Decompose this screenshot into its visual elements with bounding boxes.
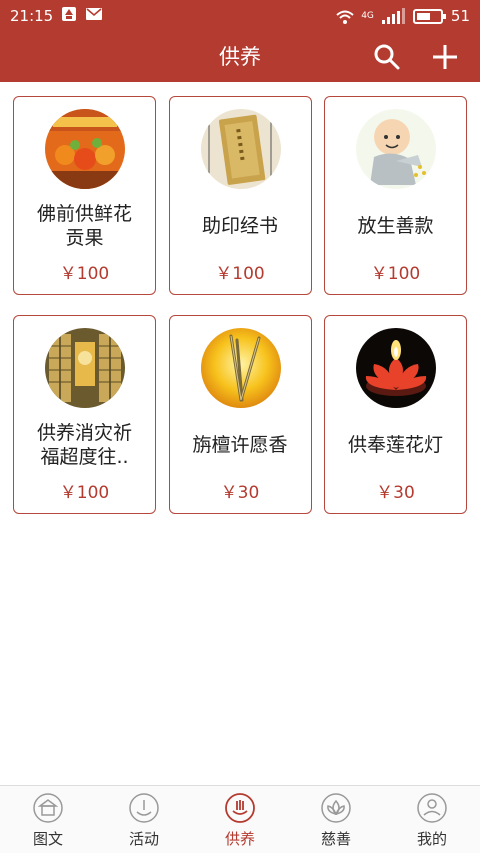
offering-name: 供养消灾祈 福超度往.. (36, 422, 132, 468)
signal-icon (381, 8, 405, 24)
tab-label: 慈善 (320, 830, 351, 848)
offering-price: ￥100 (370, 264, 421, 284)
status-bar: 21:15 4G 51 (0, 0, 480, 32)
network-type-label: 4G (361, 11, 374, 21)
tab-offering[interactable]: 供养 (192, 786, 288, 853)
tab-me[interactable]: 我的 (384, 786, 480, 853)
offering-card[interactable]: 助印经书 ￥100 (168, 96, 312, 295)
tab-label: 活动 (128, 830, 159, 848)
mail-notification-icon (85, 6, 103, 26)
offering-name: 旃檀许愿香 (192, 434, 288, 456)
offering-price: ￥100 (59, 483, 110, 503)
tab-label: 供养 (224, 830, 255, 848)
offering-grid: 佛前供鲜花 贡果 ￥100 助印经书 ￥100 放生善款 ￥100 供养消灾祈 … (13, 96, 467, 514)
search-icon (374, 44, 400, 70)
tab-charity[interactable]: 慈善 (288, 786, 384, 853)
battery-icon (412, 8, 446, 24)
offering-price: ￥30 (220, 483, 260, 503)
tab-label: 图文 (32, 830, 63, 848)
offering-card[interactable]: 放生善款 ￥100 (324, 96, 467, 295)
tab-graphic[interactable]: 图文 (0, 786, 96, 853)
profile-lotus-icon (417, 793, 447, 823)
search-button[interactable] (370, 40, 404, 74)
offering-card[interactable]: 佛前供鲜花 贡果 ￥100 (13, 96, 156, 295)
offering-card[interactable]: 供奉莲花灯 ￥30 (324, 315, 467, 514)
plus-icon (433, 45, 457, 69)
offering-card[interactable]: 旃檀许愿香 ￥30 (168, 315, 312, 514)
offering-name: 佛前供鲜花 贡果 (36, 203, 132, 249)
offering-price: ￥100 (215, 264, 265, 284)
offering-name: 助印经书 (201, 215, 278, 237)
wifi-icon (335, 9, 354, 24)
temple-icon (33, 793, 63, 823)
add-button[interactable] (428, 40, 462, 74)
offering-price: ￥30 (376, 483, 415, 503)
fruit-offering-image (45, 109, 125, 189)
offering-name: 放生善款 (357, 215, 434, 237)
monk-cartoon-image (356, 109, 436, 189)
tab-activity[interactable]: 活动 (96, 786, 192, 853)
status-time: 21:15 (10, 7, 54, 25)
incense-burner-icon (129, 793, 159, 823)
lotus-lamp-image (356, 328, 436, 408)
offering-price: ￥100 (59, 264, 110, 284)
battery-level: 51 (450, 7, 470, 25)
offering-name: 供奉莲花灯 (347, 434, 443, 456)
lotus-icon (321, 793, 351, 823)
app-notification-icon (61, 6, 77, 26)
offering-icon (225, 793, 255, 823)
offering-card[interactable]: 供养消灾祈 福超度往.. ￥100 (13, 315, 156, 514)
bottom-tab-bar: 图文 活动 供养 慈善 我的 (0, 785, 480, 853)
incense-sticks-image (200, 328, 281, 408)
page-title: 供养 (219, 45, 261, 69)
memorial-tablets-image (45, 328, 125, 408)
tab-label: 我的 (416, 830, 447, 848)
app-bar: 供养 (0, 32, 480, 82)
scripture-book-image (200, 109, 281, 189)
